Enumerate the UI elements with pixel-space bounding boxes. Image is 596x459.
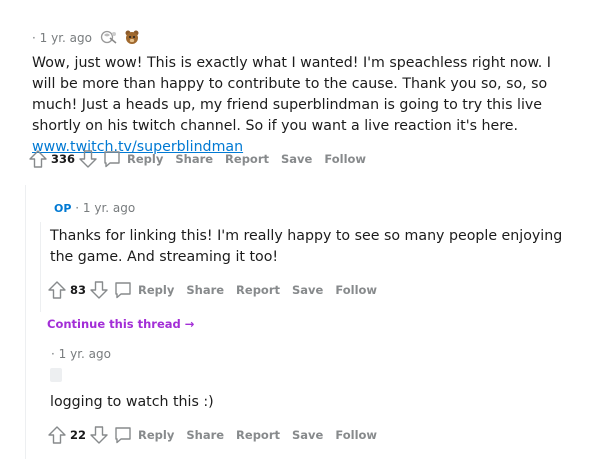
- comment-actions: 336 Reply Share Report Save Follow: [27, 147, 366, 171]
- follow-button[interactable]: Follow: [335, 428, 377, 442]
- vote-score: 336: [51, 152, 76, 166]
- continue-thread-link[interactable]: Continue this thread →: [47, 317, 194, 331]
- arrow-right-icon: →: [184, 317, 195, 331]
- comment-body: logging to watch this :): [50, 392, 570, 413]
- report-button[interactable]: Report: [236, 428, 280, 442]
- reply-label: Reply: [138, 428, 175, 442]
- save-button[interactable]: Save: [281, 152, 312, 166]
- comment-text: Thanks for linking this! I'm really happ…: [50, 228, 563, 265]
- comment-meta: OP · 1 yr. ago: [54, 201, 135, 215]
- upvote-icon[interactable]: [46, 424, 68, 446]
- comment-body: Wow, just wow! This is exactly what I wa…: [32, 53, 572, 158]
- reply-button[interactable]: Reply: [112, 424, 174, 446]
- follow-button[interactable]: Follow: [335, 283, 377, 297]
- comment-text: Wow, just wow! This is exactly what I wa…: [32, 55, 551, 134]
- meta-separator: ·: [32, 31, 36, 45]
- reply-label: Reply: [138, 283, 175, 297]
- upvote-icon[interactable]: [46, 279, 68, 301]
- comment-time[interactable]: 1 yr. ago: [40, 31, 92, 45]
- comment-actions: 22 Reply Share Report Save Follow: [46, 423, 377, 447]
- downvote-icon[interactable]: [77, 148, 99, 170]
- share-button[interactable]: Share: [186, 283, 224, 297]
- comment-body: Thanks for linking this! I'm really happ…: [50, 226, 570, 268]
- share-button[interactable]: Share: [175, 152, 213, 166]
- save-button[interactable]: Save: [292, 283, 323, 297]
- reply-label: Reply: [127, 152, 164, 166]
- upvote-icon[interactable]: [27, 148, 49, 170]
- reply-bubble-icon: [112, 424, 134, 446]
- op-badge: OP: [54, 202, 72, 215]
- save-button[interactable]: Save: [292, 428, 323, 442]
- avatar-placeholder: [50, 368, 62, 382]
- comment-meta: · 1 yr. ago: [51, 347, 111, 361]
- share-button[interactable]: Share: [186, 428, 224, 442]
- reply-button[interactable]: Reply: [101, 148, 163, 170]
- meta-separator: ·: [75, 201, 80, 215]
- comment-text: logging to watch this :): [50, 394, 214, 410]
- follow-button[interactable]: Follow: [324, 152, 366, 166]
- report-button[interactable]: Report: [225, 152, 269, 166]
- downvote-icon[interactable]: [88, 424, 110, 446]
- silver-award-icon[interactable]: [100, 29, 118, 48]
- vote-score: 22: [70, 428, 87, 442]
- report-button[interactable]: Report: [236, 283, 280, 297]
- downvote-icon[interactable]: [88, 279, 110, 301]
- thread-line-root[interactable]: [25, 185, 26, 459]
- comment-actions: 83 Reply Share Report Save Follow: [46, 278, 377, 302]
- thread-line-reply[interactable]: [40, 222, 41, 312]
- reply-bubble-icon: [101, 148, 123, 170]
- comment-time[interactable]: 1 yr. ago: [83, 201, 135, 215]
- reply-bubble-icon: [112, 279, 134, 301]
- reply-button[interactable]: Reply: [112, 279, 174, 301]
- comment-time[interactable]: 1 yr. ago: [59, 347, 111, 361]
- comment-meta: · 1 yr. ago: [32, 29, 140, 48]
- continue-thread-label: Continue this thread: [47, 317, 181, 331]
- vote-score: 83: [70, 283, 87, 297]
- meta-separator: ·: [51, 347, 55, 361]
- bear-award-icon[interactable]: [124, 29, 140, 48]
